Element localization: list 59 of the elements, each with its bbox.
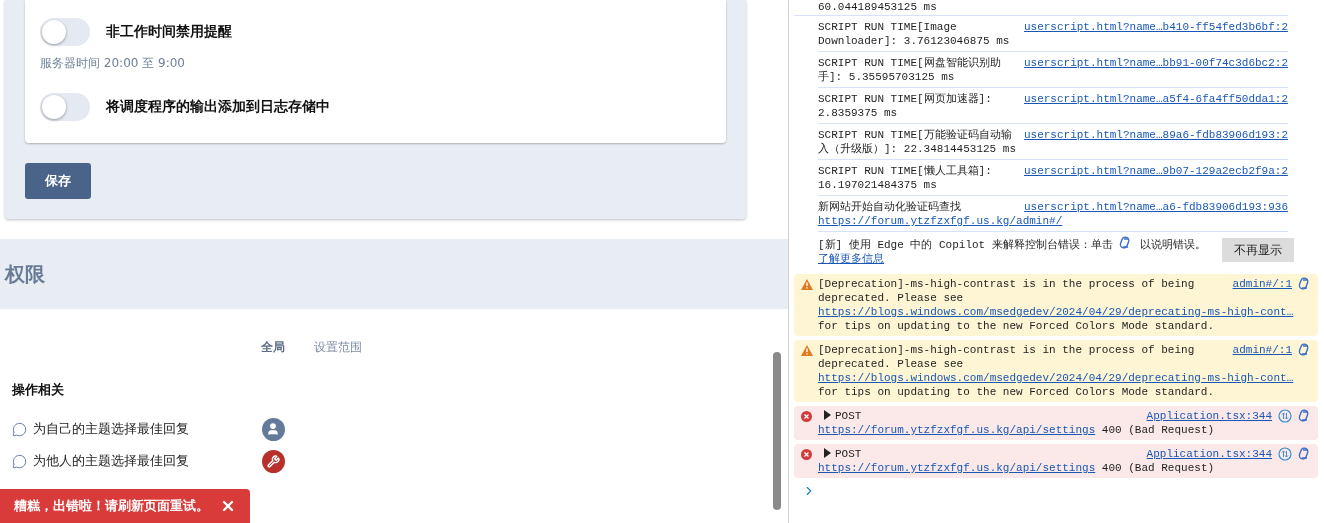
warning-icon: [801, 279, 813, 290]
network-icon[interactable]: [1278, 447, 1292, 461]
message-text: [Deprecation]-ms-high-contrast is in the process of being deprecated. Please see: [818, 344, 1195, 370]
network-icon[interactable]: [1278, 409, 1292, 423]
permission-label: 为他人的主题选择最佳回复: [33, 452, 189, 470]
message-text: 400 (Bad Request): [1101, 462, 1215, 474]
expand-icon[interactable]: [824, 410, 831, 420]
toggle-switch[interactable]: [40, 18, 90, 46]
log-link[interactable]: https://forum.ytzfzxfgf.us.kg/admin#/: [818, 215, 1063, 227]
scrollbar[interactable]: [773, 352, 781, 510]
dismiss-button[interactable]: 不再显示: [1222, 238, 1294, 262]
info-message: [新] 使用 Edge 中的 Copilot 来解释控制台错误：单击: [818, 239, 1113, 251]
column-header: 设置范围: [313, 339, 363, 356]
hint-text: 服务器时间 20:00 至 9:00: [40, 55, 186, 72]
log-message: SCRIPT RUN TIME[懒人工具箱]: 16.197021484375 ms: [818, 165, 992, 191]
comment-icon: [12, 453, 27, 469]
source-link[interactable]: admin#/:1: [1232, 343, 1292, 357]
message-text: for tips on updating to the new Forced Colors Mode standard.: [818, 320, 1215, 332]
save-button[interactable]: 保存: [25, 163, 91, 199]
log-message: SCRIPT RUN TIME[Image Downloader]: 3.76123046875 ms: [818, 21, 1010, 47]
toggle-label: 非工作时间禁用提醒: [106, 23, 232, 41]
url-link[interactable]: https://blogs.windows.com/msedgedev/2024/04/29/deprecating-ms-high-cont…: [818, 306, 1294, 318]
column-header: 全局: [260, 339, 286, 356]
permission-label: 为自己的主题选择最佳回复: [33, 420, 189, 438]
source-link[interactable]: Application.tsx:344: [1146, 447, 1272, 461]
learn-more-link[interactable]: 了解更多信息: [818, 253, 884, 265]
close-icon[interactable]: [220, 498, 236, 514]
source-link[interactable]: userscript.html?name…89a6-fdb83906d193:2: [1023, 128, 1288, 142]
source-link[interactable]: userscript.html?name…bb91-00f74c3d6bc2:2: [1023, 56, 1288, 70]
source-link[interactable]: userscript.html?name…b410-ff54fed3b6bf:2: [1023, 20, 1288, 34]
url-link[interactable]: https://forum.ytzfzxfgf.us.kg/api/settings: [818, 424, 1096, 436]
message-text: [Deprecation]-ms-high-contrast is in the process of being deprecated. Please see: [818, 278, 1195, 304]
toast-message: 糟糕，出错啦！请刷新页面重试。: [14, 497, 209, 515]
section-title: 权限: [5, 260, 45, 288]
url-link[interactable]: https://blogs.windows.com/msedgedev/2024/04/29/deprecating-ms-high-cont…: [818, 372, 1294, 384]
info-message: 以说明错误。: [1140, 239, 1207, 251]
warning-icon: [801, 345, 813, 356]
message-text: for tips on updating to the new Forced Colors Mode standard.: [818, 386, 1215, 398]
error-icon: [801, 411, 812, 422]
message-text: 400 (Bad Request): [1101, 424, 1215, 436]
log-message: 新网站开始自动化验证码查找: [818, 201, 961, 213]
log-message: SCRIPT RUN TIME[网盘智能识别助手]: 5.35595703125 ms: [818, 57, 1001, 83]
message-text: POST: [835, 448, 862, 460]
log-message: SCRIPT RUN TIME[万能验证码自动输入（升级版）]: 22.34814453125 ms: [818, 129, 1017, 155]
source-link[interactable]: userscript.html?name…a6-fdb83906d193:936: [1023, 200, 1288, 214]
message-text: POST: [835, 410, 862, 422]
source-link[interactable]: userscript.html?name…a5f4-6fa4ff50dda1:2: [1023, 92, 1288, 106]
toggle-switch[interactable]: [40, 93, 90, 121]
log-message: 60.044189453125 ms: [794, 0, 1288, 16]
error-icon: [801, 449, 812, 460]
group-title: 操作相关: [12, 381, 65, 399]
source-link[interactable]: admin#/:1: [1232, 277, 1292, 291]
source-link[interactable]: userscript.html?name…9b07-129a2ecb2f9a:2: [1023, 164, 1288, 178]
comment-icon: [12, 421, 27, 437]
toggle-label: 将调度程序的输出添加到日志存储中: [106, 98, 330, 116]
expand-icon[interactable]: [824, 448, 831, 458]
log-message: SCRIPT RUN TIME[网页加速器]: 2.8359375 ms: [818, 93, 992, 119]
url-link[interactable]: https://forum.ytzfzxfgf.us.kg/api/settings: [818, 462, 1096, 474]
source-link[interactable]: Application.tsx:344: [1146, 409, 1272, 423]
